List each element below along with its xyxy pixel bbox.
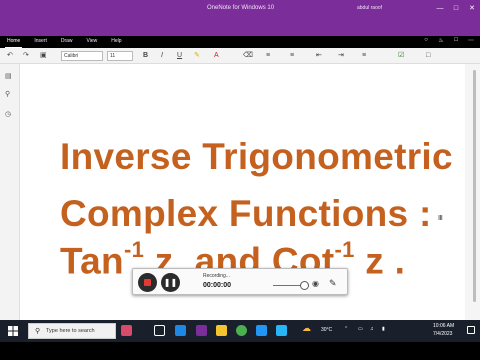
pen-icon[interactable]: ✎ [329,278,337,289]
eraser-icon[interactable]: ⌫ [243,51,253,61]
more-icon[interactable]: ⋯ [467,37,475,44]
clipboard-icon[interactable]: ▣ [40,51,47,61]
outdent-icon[interactable]: ⇤ [316,51,322,61]
sync-icon[interactable]: ○ [422,37,430,44]
window-title: OneNote for Windows 10 [207,5,275,11]
paragraph-icon[interactable]: ≡ [362,51,366,61]
weather-temp[interactable]: 30°C [321,327,332,333]
recent-icon[interactable]: ◷ [5,110,11,118]
tab-view[interactable]: View [80,36,105,48]
search-icon: ⚲ [35,328,41,335]
recording-time: 00:00:00 [203,282,232,289]
scrollbar-thumb[interactable] [473,70,476,302]
font-color-icon[interactable]: A [214,51,219,61]
photos-icon[interactable] [276,325,287,336]
pause-icon: ❚❚ [163,278,178,287]
superscript-1: -1 [123,237,145,262]
file-explorer-icon[interactable] [216,325,227,336]
search-highlight-icon[interactable] [121,325,132,336]
window-controls: — □ ✕ [432,0,480,16]
clock-time[interactable]: 10:06 AM [433,323,454,329]
share-icon[interactable]: □ [452,37,460,44]
close-icon[interactable]: ✕ [464,0,480,16]
pause-recording-button[interactable]: ❚❚ [161,273,180,292]
network-icon[interactable]: ▭ [358,326,363,332]
superscript-2: -1 [334,237,355,262]
heading-part-tan: Tan [60,240,124,282]
title-actions: ○ ♨ □ ⋯ [422,37,475,44]
tags-icon[interactable]: □ [426,51,430,61]
notebooks-icon[interactable]: ▤ [5,72,12,80]
stop-recording-button[interactable] [138,273,157,292]
title-bar: OneNote for Windows 10 abdul raoof — □ ✕ [0,0,480,36]
font-size-select[interactable]: 11 [107,51,133,61]
search-placeholder: Type here to search [46,328,95,334]
minimize-icon[interactable]: — [432,0,448,16]
stop-icon [144,279,151,286]
maximize-icon[interactable]: □ [448,0,464,16]
font-name-select[interactable]: Calibri [61,51,103,61]
tray-chevron-icon[interactable]: ⌃ [344,326,348,332]
highlighter-icon[interactable]: ✎ [194,51,200,61]
onenote-icon[interactable] [196,325,207,336]
taskbar: ⚲ Type here to search ☁ 30°C ⌃ ▭ ♫ ▮ 10:… [0,320,480,342]
store-icon[interactable] [256,325,267,336]
todo-tag-icon[interactable]: ☑ [398,51,404,61]
battery-icon[interactable]: ▮ [382,326,385,332]
system-tray: ☁ 30°C ⌃ ▭ ♫ ▮ 10:06 AM 7/4/2023 [300,320,480,342]
italic-icon[interactable]: I [161,51,163,61]
text-cursor-icon: Ⅲ [438,215,443,222]
heading-line-1: Inverse Trigonometric [60,136,453,177]
windows-start-icon[interactable] [8,326,18,336]
bullet-list-icon[interactable]: ≡ [266,51,270,61]
notification-icon[interactable] [467,326,475,334]
tab-help[interactable]: Help [104,36,128,48]
clock-date[interactable]: 7/4/2023 [433,331,452,337]
edge-icon[interactable] [175,325,186,336]
recording-status: Recording... [203,273,230,279]
recording-widget: ❚❚ Recording... 00:00:00 ◉ ✎ [132,268,348,295]
volume-slider-knob[interactable] [300,281,309,290]
weather-icon: ☁ [302,323,311,333]
indent-icon[interactable]: ⇥ [338,51,344,61]
ribbon-tabs: Home Insert Draw View Help [0,36,480,48]
chrome-icon[interactable] [236,325,247,336]
heading-part-end: z . [354,240,406,282]
numbered-list-icon[interactable]: ≡ [290,51,294,61]
bell-icon[interactable]: ♨ [437,37,445,44]
webcam-icon[interactable]: ◉ [312,279,319,288]
tab-home[interactable]: Home [0,36,27,48]
underline-icon[interactable]: U [177,51,182,61]
redo-icon[interactable]: ↷ [23,51,29,61]
search-icon[interactable]: ⚲ [5,90,10,98]
taskbar-search-input[interactable]: ⚲ Type here to search [28,323,116,339]
undo-icon[interactable]: ↶ [7,51,13,61]
volume-slider[interactable] [273,285,301,286]
bold-icon[interactable]: B [143,51,148,61]
task-view-icon[interactable] [154,325,165,336]
screen: OneNote for Windows 10 abdul raoof — □ ✕… [0,0,480,360]
tab-draw[interactable]: Draw [54,36,80,48]
navigation-rail: ▤ ⚲ ◷ [0,64,20,320]
tab-insert[interactable]: Insert [27,36,54,48]
heading-line-2: Complex Functions : [60,193,432,234]
volume-icon[interactable]: ♫ [370,326,374,332]
user-name[interactable]: abdul raoof [357,5,382,11]
